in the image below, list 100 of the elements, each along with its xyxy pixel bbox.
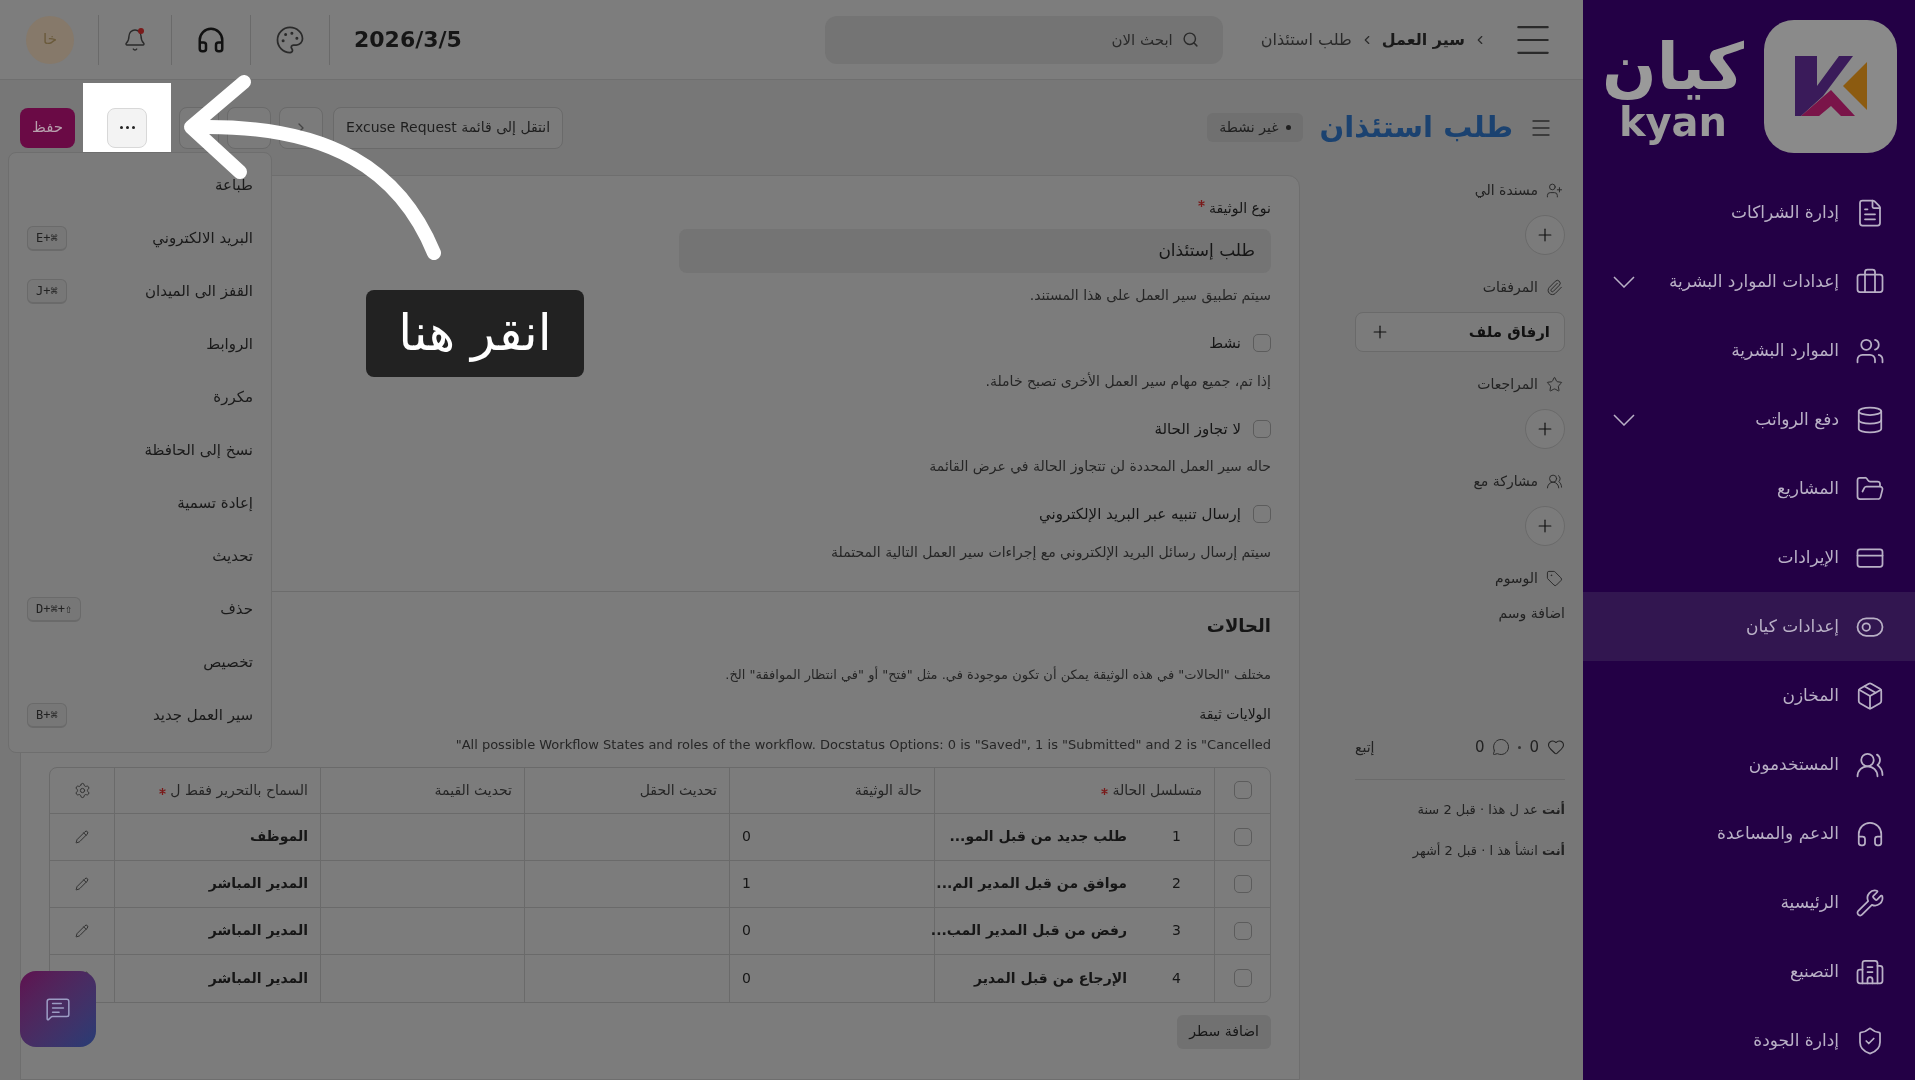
notification-bell[interactable] — [123, 27, 147, 52]
database-icon — [1855, 404, 1885, 435]
table-cell-text: رفض من قبل المدير المب... — [930, 921, 1127, 941]
shortcut-key: B+⌘ — [27, 703, 67, 728]
add-tag-link[interactable]: اضافة وسم — [1355, 603, 1565, 624]
help-text: سيتم إرسال رسائل البريد الإلكتروني مع إجراءات سير العمل التالية المحتملة — [831, 542, 1271, 563]
field-label: نوع الوثيقة — [1208, 199, 1271, 219]
help-text: إذا تم، جميع مهام سير العمل الأخرى تصبح خاملة. — [985, 371, 1271, 392]
follow-link[interactable]: إتبع — [1355, 736, 1375, 758]
checkbox[interactable] — [1233, 921, 1252, 940]
table-cell-text: 2 — [1172, 874, 1181, 893]
sidebar-item[interactable]: الموارد البشرية — [1583, 316, 1915, 385]
tag-icon — [1546, 570, 1563, 587]
logo-text: كيان — [1602, 31, 1744, 102]
menu-item[interactable]: نسخ إلى الحافظة — [9, 424, 271, 477]
table-cell-text: 0 — [742, 827, 751, 846]
add-button[interactable] — [1525, 215, 1565, 255]
attach-file-button[interactable]: ارفاق ملف — [1355, 312, 1565, 352]
document-type-field[interactable]: طلب إستئذان — [679, 229, 1271, 273]
sidebar-item[interactable]: إدارة الشراكات — [1583, 178, 1915, 247]
sidebar-item[interactable]: التصنيع — [1583, 937, 1915, 1006]
table-note: All possible Workflow States and roles of the workflow. Docstatus Options: 0 is "Saved", 1 is "Submitted" and 2 is "Cancelled" — [455, 736, 1271, 754]
help-text: حاله سير العمل المحددة لن تتجاوز الحالة في عرض القائمة — [929, 457, 1271, 477]
column-header: متسلسل الحالة — [1112, 780, 1202, 800]
page-title: طلب استئذان — [1319, 108, 1513, 146]
date-text: 2026/3/5 — [354, 26, 462, 54]
menu-item[interactable]: الروابط — [9, 318, 271, 371]
heart-icon[interactable] — [1547, 738, 1565, 757]
column-header: السماح بالتحرير فقط ل — [170, 780, 308, 801]
users-icon — [1546, 473, 1563, 490]
menu-item[interactable]: مكررة — [9, 371, 271, 424]
comments-count: 0 — [1474, 737, 1485, 758]
section-label: مشاركة مع — [1473, 472, 1538, 492]
user-plus-icon — [1546, 182, 1563, 199]
chevron-down-icon — [1613, 275, 1635, 288]
sidebar-item[interactable]: دفع الرواتب — [1583, 385, 1915, 454]
table-cell-text: طلب جديد من قبل المو... — [949, 827, 1127, 847]
column-header: تحديث الحقل — [639, 780, 717, 800]
palette-icon[interactable] — [275, 24, 305, 55]
edit-icon[interactable] — [75, 829, 89, 844]
table-cell-text: 3 — [1172, 921, 1181, 940]
menu-item[interactable]: تخصيص — [9, 636, 271, 689]
chevron-down-icon — [1613, 413, 1635, 426]
checkbox[interactable] — [1253, 505, 1271, 524]
hint-tooltip: انقر هنا — [366, 290, 584, 377]
breadcrumb-link[interactable]: طلب استئذان — [1260, 27, 1352, 52]
box-icon — [1855, 680, 1885, 711]
section-label: الوسوم — [1494, 569, 1538, 589]
section-title: الحالات — [1206, 613, 1271, 638]
menu-item[interactable]: تحديث — [9, 530, 271, 583]
menu-item[interactable]: إعادة تسمية — [9, 477, 271, 530]
table-cell-text: المدير المباشر — [208, 968, 308, 989]
checkbox[interactable] — [1233, 781, 1252, 799]
sidebar-item[interactable]: إدارة الجودة — [1583, 1006, 1915, 1075]
sidebar-item[interactable]: الرئيسية — [1583, 868, 1915, 937]
table-cell-text: الموظف — [249, 827, 308, 847]
activity-entry: أنت انشأ هذ ا · قبل 2 أشهر — [1411, 841, 1565, 861]
add-button[interactable] — [1525, 506, 1565, 546]
breadcrumb-link[interactable]: سير العمل — [1381, 27, 1465, 52]
more-options-button[interactable] — [107, 107, 148, 148]
checkbox[interactable] — [1233, 874, 1252, 893]
settings-icon[interactable] — [73, 781, 91, 799]
sidebar-item[interactable]: إعدادات كيان — [1583, 592, 1915, 661]
add-row-button[interactable]: اضافة سطر — [1177, 1014, 1271, 1049]
search-field[interactable]: ابحث الان — [824, 15, 1223, 64]
section-description: مختلف "الحالات" في هذه الوثيقة يمكن أن تكون موجودة في. مثل "فتح" أو "في انتظار الموافقة" الخ. — [725, 665, 1271, 684]
sidebar-item[interactable]: الدعم والمساعدة — [1583, 799, 1915, 868]
sidebar-item[interactable]: المشاريع — [1583, 454, 1915, 523]
shortcut-key: E+⌘ — [27, 226, 67, 251]
list-button[interactable]: انتقل إلى قائمة Excuse Request — [333, 106, 564, 149]
checkbox-label: نشط — [1209, 333, 1241, 354]
table-cell-text: 1 — [742, 874, 751, 893]
edit-icon[interactable] — [75, 876, 89, 891]
sidebar-item[interactable]: الإيرادات — [1583, 523, 1915, 592]
star-icon — [1546, 376, 1563, 393]
table-cell-text: الإرجاع من قبل المدير — [974, 968, 1127, 989]
add-button[interactable] — [1525, 409, 1565, 449]
table-cell-text: 0 — [742, 968, 751, 988]
sidebar-item[interactable]: المخازن — [1583, 661, 1915, 730]
table-cell-text: المدير المباشر — [208, 874, 308, 894]
sidebar-item[interactable]: إعدادات الموارد البشرية — [1583, 247, 1915, 316]
checkbox-label: إرسال تنبيه عبر البريد الإلكتروني — [1039, 504, 1241, 526]
table-cell-text: 0 — [742, 921, 751, 940]
chat-button[interactable] — [20, 971, 96, 1047]
section-label: المرفقات — [1482, 278, 1538, 297]
menu-item[interactable]: طباعة — [9, 159, 271, 212]
edit-icon[interactable] — [75, 923, 89, 938]
status-badge: غير نشطة — [1207, 113, 1304, 142]
checkbox[interactable] — [1233, 827, 1252, 846]
table-cell-text: 1 — [1172, 827, 1181, 846]
table-cell-text: موافق من قبل المدير الم... — [936, 874, 1127, 894]
help-text: سيتم تطبيق سير العمل على هذا المستند. — [1029, 286, 1271, 306]
checkbox[interactable] — [1253, 334, 1271, 353]
shortcut-key: J+⌘ — [27, 279, 67, 304]
save-button[interactable]: حفظ — [20, 107, 76, 148]
checkbox[interactable] — [1233, 969, 1252, 987]
sidebar-item[interactable]: المستخدمون — [1583, 730, 1915, 799]
activity-entry: أنت عد ل هذا · قبل 2 سنة — [1416, 800, 1565, 819]
likes-count: 0 — [1529, 737, 1539, 758]
checkbox[interactable] — [1253, 419, 1271, 438]
